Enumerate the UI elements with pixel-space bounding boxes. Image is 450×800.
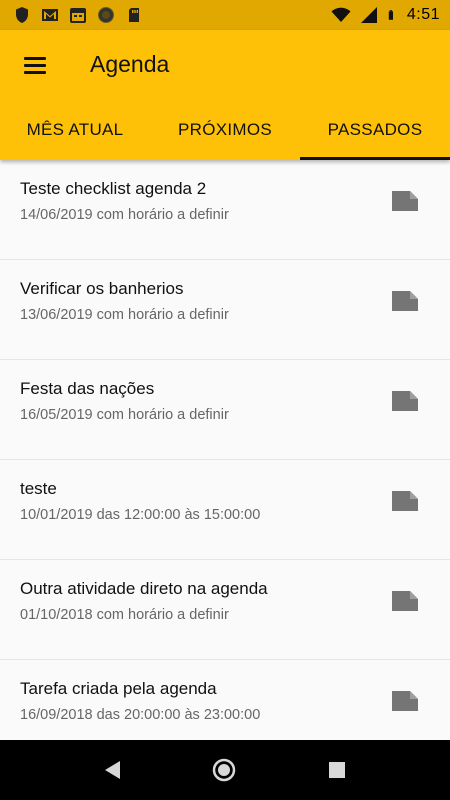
note-icon (392, 491, 418, 511)
list-item[interactable]: Festa das nações 16/05/2019 com horário … (0, 360, 450, 460)
event-date: 16/05/2019 com horário a definir (20, 407, 229, 423)
note-icon (392, 691, 418, 711)
list-item[interactable]: Tarefa criada pela agenda 16/09/2018 das… (0, 660, 450, 740)
event-list: Teste checklist agenda 2 14/06/2019 com … (0, 160, 450, 740)
status-bar: 4:51 (0, 0, 450, 30)
shield-icon (16, 7, 28, 23)
circle-icon (98, 7, 114, 23)
event-date: 14/06/2019 com horário a definir (20, 207, 229, 223)
note-icon (392, 391, 418, 411)
event-title: Outra atividade direto na agenda (20, 579, 268, 598)
wifi-icon (331, 7, 351, 22)
tab-passados[interactable]: PASSADOS (300, 100, 450, 160)
page-title: Agenda (90, 51, 170, 77)
note-icon (392, 191, 418, 211)
hamburger-menu-icon[interactable] (16, 50, 56, 84)
tab-proximos[interactable]: PRÓXIMOS (150, 100, 300, 160)
home-icon[interactable] (212, 758, 236, 782)
event-title: Tarefa criada pela agenda (20, 679, 217, 698)
app-bar: Agenda MÊS ATUAL PRÓXIMOS PASSADOS (0, 30, 450, 160)
event-title: Teste checklist agenda 2 (20, 179, 207, 198)
list-item[interactable]: Teste checklist agenda 2 14/06/2019 com … (0, 160, 450, 260)
calendar-icon (70, 8, 86, 23)
event-title: Festa das nações (20, 379, 155, 398)
signal-icon (360, 7, 377, 23)
event-date: 10/01/2019 das 12:00:00 às 15:00:00 (20, 507, 261, 523)
event-title: teste (20, 479, 57, 498)
note-icon (392, 591, 418, 611)
list-item[interactable]: Verificar os banherios 13/06/2019 com ho… (0, 260, 450, 360)
note-icon (392, 291, 418, 311)
list-item[interactable]: Outra atividade direto na agenda 01/10/2… (0, 560, 450, 660)
battery-icon (388, 10, 393, 20)
event-title: Verificar os banherios (20, 279, 184, 298)
status-time: 4:51 (406, 6, 440, 23)
event-date: 13/06/2019 com horário a definir (20, 307, 229, 323)
navigation-bar (0, 740, 450, 800)
back-icon[interactable] (101, 758, 125, 782)
event-date: 01/10/2018 com horário a definir (20, 607, 229, 623)
tab-mes-atual[interactable]: MÊS ATUAL (0, 100, 150, 160)
sd-card-icon (129, 8, 139, 22)
status-bar-system: 4:51 (331, 5, 440, 25)
list-item[interactable]: teste 10/01/2019 das 12:00:00 às 15:00:0… (0, 460, 450, 560)
event-date: 16/09/2018 das 20:00:00 às 23:00:00 (20, 707, 261, 723)
recents-icon[interactable] (325, 758, 349, 782)
gmail-icon (42, 9, 58, 21)
status-bar-notifications (12, 5, 144, 25)
tab-bar: MÊS ATUAL PRÓXIMOS PASSADOS (0, 100, 450, 160)
